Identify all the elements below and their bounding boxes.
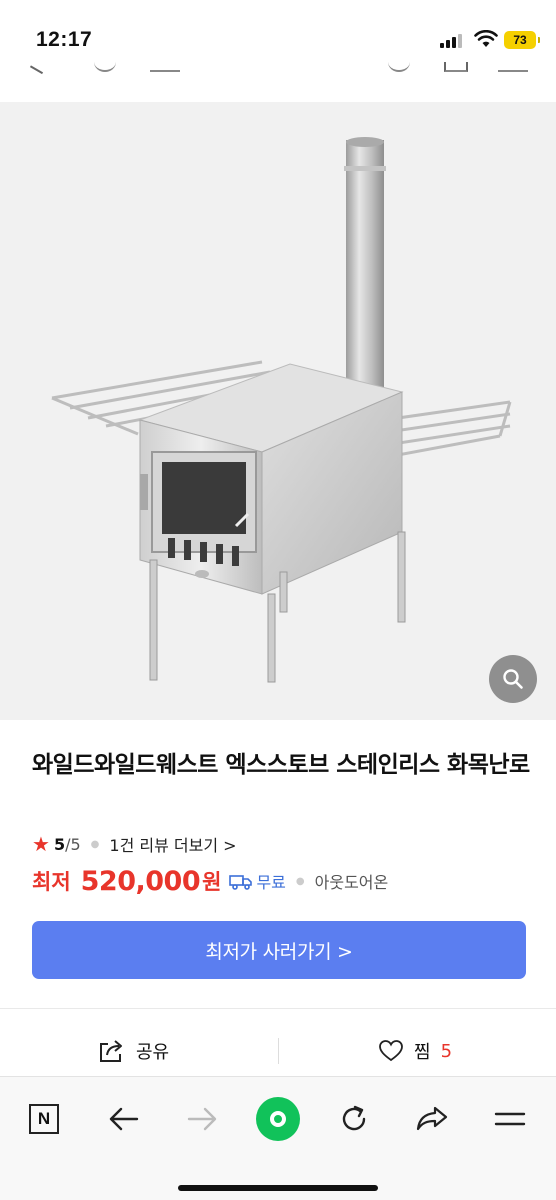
status-bar: 12:17 73 — [0, 0, 556, 62]
like-button[interactable]: 찜 5 — [378, 1038, 452, 1064]
signal-icon — [440, 34, 466, 48]
browser-toolbar: N — [0, 1076, 556, 1200]
share-label: 공유 — [136, 1042, 170, 1063]
separator-dot: ● — [295, 875, 305, 887]
like-label: 찜 — [414, 1042, 431, 1063]
zoom-button[interactable] — [489, 655, 537, 703]
back-arrow-icon — [109, 1107, 139, 1131]
refresh-icon — [342, 1105, 366, 1131]
share-button[interactable]: 공유 — [98, 1038, 169, 1064]
rating-max: /5 — [65, 834, 81, 854]
home-indicator — [178, 1185, 378, 1191]
rating-value: 5 — [53, 834, 66, 854]
green-dot-icon — [256, 1097, 300, 1141]
heart-icon — [379, 1040, 403, 1062]
wifi-icon — [474, 30, 498, 47]
share-page-button[interactable] — [410, 1097, 454, 1141]
naver-logo-icon: N — [29, 1104, 59, 1134]
top-nav-partial — [0, 62, 556, 88]
status-time: 12:17 — [36, 28, 93, 51]
share-arrow-icon — [416, 1106, 448, 1131]
battery-level: 73 — [513, 33, 527, 47]
buy-lowest-price-button[interactable]: 최저가 사러가기 > — [32, 921, 526, 979]
forward-button[interactable] — [180, 1097, 224, 1141]
price-unit: 원 — [202, 870, 222, 894]
menu-icon — [494, 1112, 526, 1126]
truck-icon — [229, 875, 253, 890]
review-link[interactable]: 1건 리뷰 더보기 > — [109, 832, 236, 856]
refresh-button[interactable] — [332, 1097, 376, 1141]
rating-row: ★ 5 /5 ● 1건 리뷰 더보기 > — [32, 832, 237, 856]
zoom-icon — [503, 669, 523, 689]
share-icon — [100, 1040, 122, 1062]
product-title: 와일드와일드웨스트 엑스스토브 스테인리스 화목난로 — [32, 752, 530, 778]
menu-button[interactable] — [488, 1097, 532, 1141]
like-count: 5 — [440, 1040, 453, 1062]
stove-illustration — [51, 137, 512, 683]
price-label: 최저 — [32, 870, 71, 894]
back-button[interactable] — [102, 1097, 146, 1141]
star-icon: ★ — [32, 832, 50, 856]
naver-home-button[interactable]: N — [22, 1097, 66, 1141]
action-row: 공유 찜 5 — [0, 1028, 556, 1074]
battery-icon: 73 — [504, 31, 540, 49]
separator-dot: ● — [90, 838, 100, 850]
vertical-divider — [278, 1038, 279, 1064]
price-row: 최저 520,000 원 무료 ● 아웃도어온 — [32, 864, 388, 898]
price-value: 520,000 — [80, 865, 201, 897]
divider — [0, 1008, 556, 1009]
seller-name[interactable]: 아웃도어온 — [315, 869, 389, 893]
delivery-text: 무료 — [256, 873, 286, 892]
forward-arrow-icon — [187, 1107, 217, 1131]
green-dot-button[interactable] — [256, 1097, 300, 1141]
product-image[interactable] — [0, 102, 556, 720]
